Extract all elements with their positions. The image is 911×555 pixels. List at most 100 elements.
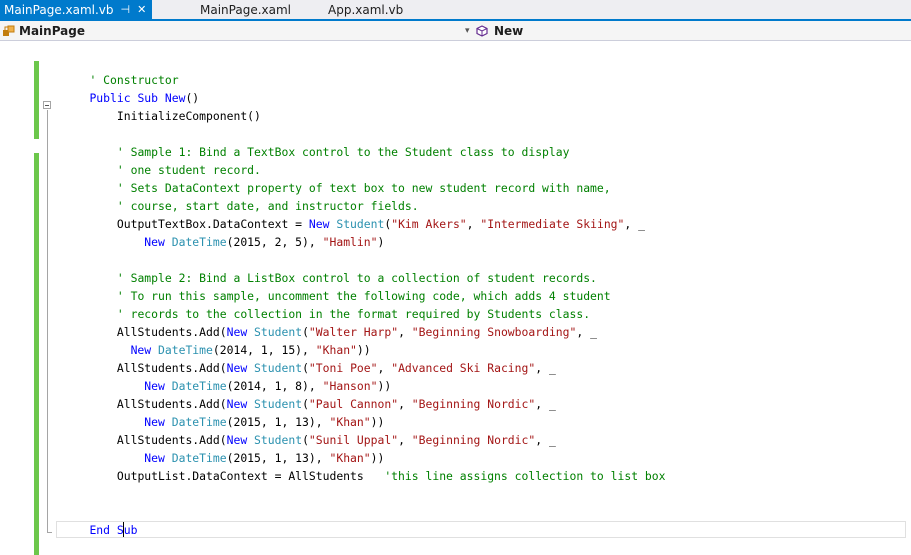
code-token: DateTime [158, 343, 213, 357]
code-token: "Paul Cannon" [308, 397, 399, 411]
code-token: ' course, start date, and instructor fie… [116, 199, 419, 213]
code-line: ' Constructor [62, 71, 666, 89]
code-token: , _ [535, 433, 556, 447]
code-token: DateTime [171, 451, 227, 465]
code-token: "Sunil Uppal" [308, 433, 399, 447]
code-token: New [144, 235, 172, 249]
code-token: DateTime [171, 235, 227, 249]
code-token: "Hanson" [322, 379, 378, 393]
code-token: Student [336, 217, 385, 231]
code-token: "Kim Akers" [391, 217, 467, 231]
code-token: New [226, 361, 255, 375]
member-name: New [494, 23, 524, 38]
document-tab-strip: MainPage.xaml.vb ⊣ ✕ MainPage.xaml App.x… [0, 0, 911, 21]
code-token: "Intermediate Skiing" [480, 217, 625, 231]
code-token: Student [254, 397, 303, 411]
code-line: InitializeComponent() [62, 107, 666, 125]
code-token: ' Sample 1: Bind a TextBox control to th… [116, 145, 570, 159]
code-line: OutputTextBox.DataContext = New Student(… [62, 215, 666, 233]
code-token: New [226, 433, 255, 447]
code-line: New DateTime(2014, 1, 8), "Hanson")) [62, 377, 666, 395]
tab-label: MainPage.xaml.vb [4, 2, 114, 17]
outline-end [47, 532, 52, 533]
class-name: MainPage [19, 23, 85, 38]
code-token: , [398, 397, 412, 411]
code-token: (2014, 1, 8), [226, 379, 323, 393]
code-token: "Beginning Nordic" [411, 433, 536, 447]
code-token: DateTime [171, 379, 227, 393]
code-token: , [377, 361, 392, 375]
tab-mainpage-xaml-vb[interactable]: MainPage.xaml.vb ⊣ ✕ [0, 0, 153, 19]
class-icon [3, 25, 15, 36]
code-token: () [185, 91, 200, 105]
tab-label: App.xaml.vb [328, 2, 404, 17]
code-token: "Beginning Nordic" [411, 397, 536, 411]
code-line: OutputList.DataContext = AllStudents 'th… [62, 467, 666, 485]
code-token: End Sub [89, 523, 138, 537]
close-icon[interactable]: ✕ [137, 3, 146, 16]
code-line: AllStudents.Add(New Student("Walter Harp… [62, 323, 666, 341]
code-line: New DateTime(2015, 1, 13), "Khan")) [62, 449, 666, 467]
code-token: Student [254, 433, 303, 447]
pin-icon[interactable]: ⊣ [121, 3, 131, 16]
changed-lines-marker [34, 153, 39, 555]
method-icon [476, 24, 488, 37]
code-token: , _ [576, 325, 597, 339]
code-token: )) [377, 379, 392, 393]
code-line: AllStudents.Add(New Student("Sunil Uppal… [62, 431, 666, 449]
code-token: New [144, 451, 172, 465]
code-line: New DateTime(2015, 1, 13), "Khan")) [62, 413, 666, 431]
code-token: AllStudents.Add( [116, 325, 227, 339]
member-dropdown[interactable]: New [476, 21, 523, 40]
code-token: New [226, 397, 255, 411]
code-token: )) [370, 451, 385, 465]
code-token: DateTime [171, 415, 227, 429]
code-line: Public Sub New() [62, 89, 666, 107]
code-token: ' To run this sample, uncomment the foll… [116, 289, 611, 303]
code-token: Public Sub New [89, 91, 186, 105]
code-token: )) [356, 343, 371, 357]
code-token: (2014, 1, 15), [212, 343, 316, 357]
code-token: Student [254, 361, 303, 375]
code-token: "Advanced Ski Racing" [391, 361, 536, 375]
code-line: ' course, start date, and instructor fie… [62, 197, 666, 215]
code-token: "Hamlin" [322, 235, 378, 249]
code-token: AllStudents.Add( [116, 433, 227, 447]
chevron-down-icon[interactable]: ▾ [465, 21, 470, 40]
code-token: "Khan" [329, 415, 371, 429]
tab-mainpage-xaml[interactable]: MainPage.xaml [200, 0, 291, 19]
code-token: (2015, 1, 13), [226, 415, 330, 429]
code-editor[interactable]: ' Constructor Public Sub New() Initializ… [0, 41, 911, 555]
code-token: (2015, 2, 5), [226, 235, 323, 249]
tab-app-xaml-vb[interactable]: App.xaml.vb [328, 0, 403, 19]
collapse-icon[interactable] [43, 101, 51, 109]
code-token: AllStudents.Add( [116, 361, 227, 375]
code-token: AllStudents.Add( [116, 397, 227, 411]
code-line: New DateTime(2015, 2, 5), "Hamlin") [62, 233, 666, 251]
code-token: ' Constructor [89, 73, 179, 87]
code-token: OutputList.DataContext = AllStudents [116, 469, 385, 483]
code-token: 'this line assigns collection to list bo… [384, 469, 666, 483]
code-line: AllStudents.Add(New Student("Paul Cannon… [62, 395, 666, 413]
code-token: ) [377, 235, 385, 249]
code-token: ' records to the collection in the forma… [116, 307, 591, 321]
code-token: ( [302, 325, 309, 339]
code-token: (2015, 1, 13), [226, 451, 330, 465]
code-token: "Beginning Snowboarding" [411, 325, 577, 339]
code-token: New [130, 343, 159, 357]
code-token: New [144, 379, 172, 393]
class-dropdown[interactable]: MainPage [2, 21, 85, 40]
code-token: New [226, 325, 255, 339]
code-line: AllStudents.Add(New Student("Toni Poe" , … [62, 359, 666, 377]
code-line: New DateTime(2014, 1, 15), "Khan")) [62, 341, 666, 359]
code-line: ' To run this sample, uncomment the foll… [62, 287, 666, 305]
code-token: Student [254, 325, 303, 339]
code-line: ' Sample 2: Bind a ListBox control to a … [62, 269, 666, 287]
code-text[interactable]: ' Constructor Public Sub New() Initializ… [62, 53, 666, 539]
code-token: ( [302, 361, 309, 375]
code-token: "Toni Poe" [308, 361, 378, 375]
